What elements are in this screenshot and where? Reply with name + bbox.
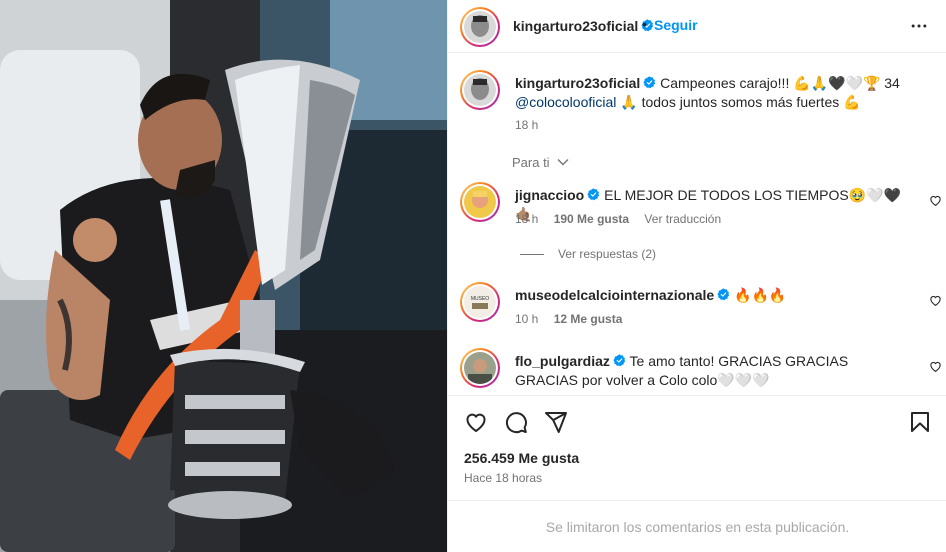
like-count[interactable]: 256.459 Me gusta (464, 450, 579, 466)
follow-separator: • (642, 16, 647, 32)
for-you-toggle[interactable]: Para ti (512, 155, 569, 170)
caption-line2: 🙏 todos juntos somos más fuertes 💪 (616, 94, 861, 110)
heart-icon[interactable] (464, 410, 488, 434)
for-you-label: Para ti (512, 155, 550, 170)
comment-avatar[interactable] (460, 348, 500, 388)
verified-icon (587, 188, 600, 201)
verified-icon (613, 354, 626, 367)
author-avatar[interactable] (460, 7, 500, 47)
comment-likes[interactable]: 12 Me gusta (554, 312, 623, 326)
comment-username[interactable]: jignaccioo (515, 187, 584, 203)
comment-username[interactable]: flo_pulgardiaz (515, 353, 610, 369)
caption-line1: Campeones carajo!!! 💪🙏🖤🤍🏆 34 (660, 75, 900, 91)
replies-line (520, 253, 544, 255)
comment-username[interactable]: museodelcalciointernazionale (515, 287, 714, 303)
caption-time[interactable]: 18 h (515, 118, 538, 132)
posted-ago[interactable]: Hace 18 horas (464, 471, 542, 485)
comment-likes[interactable]: 190 Me gusta (554, 212, 629, 226)
comment-avatar[interactable] (460, 182, 500, 222)
post-actions: 256.459 Me gusta Hace 18 horas (448, 395, 946, 513)
caption-avatar[interactable] (460, 70, 500, 110)
view-replies-label: Ver respuestas (2) (558, 247, 657, 261)
comment-text: 🔥🔥🔥 (734, 287, 787, 303)
chevron-down-icon (557, 159, 569, 166)
caption-username[interactable]: kingarturo23oficial (515, 75, 640, 91)
post-photo (0, 0, 447, 552)
svg-text:MUSEO: MUSEO (471, 296, 489, 302)
caption-text: kingarturo23oficial Campeones carajo!!! … (515, 74, 935, 112)
view-replies[interactable]: Ver respuestas (2) (520, 247, 656, 261)
comment-like-icon[interactable] (929, 360, 942, 373)
author-username[interactable]: kingarturo23oficial (513, 18, 654, 34)
caption-mention[interactable]: @colocolooficial (515, 94, 616, 110)
comment-like-icon[interactable] (929, 294, 942, 307)
post-header: kingarturo23oficial • Seguir (448, 0, 946, 53)
save-icon[interactable] (908, 410, 932, 434)
comment-icon[interactable] (504, 410, 528, 434)
more-icon[interactable] (909, 16, 929, 36)
comment-avatar[interactable]: MUSEO (460, 282, 500, 322)
comment-item: flo_pulgardiaz Te amo tanto! GRACIAS GRA… (460, 348, 941, 392)
verified-icon (643, 76, 656, 89)
verified-icon (717, 288, 730, 301)
comment-item: MUSEO museodelcalciointernazionale 🔥🔥🔥 1… (460, 282, 941, 326)
comment-like-icon[interactable] (929, 194, 942, 207)
translate-link[interactable]: Ver traducción (644, 212, 721, 226)
comment-time[interactable]: 10 h (515, 312, 538, 326)
share-icon[interactable] (544, 410, 568, 434)
follow-button[interactable]: Seguir (654, 17, 698, 33)
comment-time[interactable]: 18 h (515, 212, 538, 226)
post-panel: kingarturo23oficial • Seguir kingarturo2… (447, 0, 946, 552)
comments-closed-notice: Se limitaron los comentarios en esta pub… (448, 500, 946, 552)
comment-item: jignaccioo EL MEJOR DE TODOS LOS TIEMPOS… (460, 182, 941, 226)
